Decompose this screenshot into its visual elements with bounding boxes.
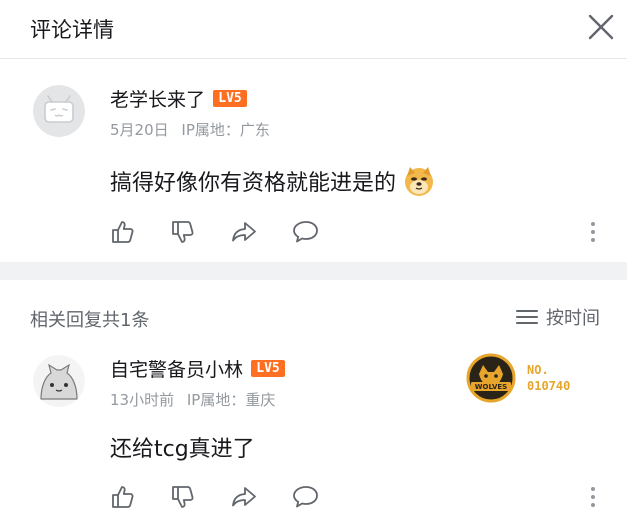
sort-button[interactable]: 按时间 xyxy=(516,304,600,330)
comment-ip: IP属地：广东 xyxy=(181,121,270,139)
level-badge: LV5 xyxy=(213,90,248,107)
reply-share-button[interactable] xyxy=(229,482,259,512)
reply-time: 13小时前 xyxy=(110,391,175,409)
reply-button[interactable] xyxy=(291,217,321,247)
close-icon[interactable] xyxy=(588,14,614,40)
like-button[interactable] xyxy=(108,217,138,247)
fan-medal[interactable]: WOLVES NO. 010740 xyxy=(465,352,570,404)
reply-username[interactable]: 自宅警备员小林 xyxy=(110,355,243,382)
sort-icon xyxy=(516,310,538,324)
comment-username[interactable]: 老学长来了 xyxy=(110,85,205,112)
reply-dislike-button[interactable] xyxy=(168,482,198,512)
dislike-button[interactable] xyxy=(168,217,198,247)
reply-avatar[interactable] xyxy=(33,355,85,407)
reply-content: 还给tcg真进了 xyxy=(110,432,255,462)
medal-number: NO. 010740 xyxy=(521,362,570,394)
dislike-icon[interactable] xyxy=(170,219,196,245)
header-divider xyxy=(0,58,627,59)
comment-meta: 5月20日 IP属地：广东 xyxy=(110,119,270,140)
like-icon[interactable] xyxy=(110,219,136,245)
comment-icon[interactable] xyxy=(292,219,320,245)
page-title: 评论详情 xyxy=(30,18,114,42)
avatar[interactable] xyxy=(33,85,85,137)
medal-name: WOLVES xyxy=(475,383,507,391)
share-icon[interactable] xyxy=(230,484,258,510)
close-button[interactable] xyxy=(582,8,620,46)
doge-emoji-icon xyxy=(405,167,434,196)
medal-no-label: NO. xyxy=(527,363,549,377)
comment-icon[interactable] xyxy=(292,484,320,510)
related-replies-title: 相关回复共1条 xyxy=(30,310,150,331)
medal-no-value: 010740 xyxy=(527,379,571,393)
reply-comment-button[interactable] xyxy=(291,482,321,512)
reply-text: 还给tcg真进了 xyxy=(110,437,255,462)
reply-meta: 13小时前 IP属地：重庆 xyxy=(110,389,275,410)
wolves-medal-icon: WOLVES xyxy=(466,353,516,403)
more-icon[interactable] xyxy=(590,221,596,243)
sort-label: 按时间 xyxy=(546,308,600,329)
comment-content: 搞得好像你有资格就能进是的 xyxy=(110,164,436,198)
reply-ip: IP属地：重庆 xyxy=(186,391,276,409)
more-button[interactable] xyxy=(583,217,603,247)
comment-date: 5月20日 xyxy=(110,121,169,139)
reply-like-button[interactable] xyxy=(108,482,138,512)
reply-more-button[interactable] xyxy=(583,482,603,512)
share-button[interactable] xyxy=(229,217,259,247)
comment-text: 搞得好像你有资格就能进是的 xyxy=(110,171,397,196)
reply-username-row: 自宅警备员小林 LV5 xyxy=(110,355,286,382)
more-icon[interactable] xyxy=(590,486,596,508)
comment-username-row: 老学长来了 LV5 xyxy=(110,85,248,112)
section-divider xyxy=(0,262,627,280)
dislike-icon[interactable] xyxy=(170,484,196,510)
like-icon[interactable] xyxy=(110,484,136,510)
share-icon[interactable] xyxy=(230,219,258,245)
level-badge: LV5 xyxy=(251,360,286,377)
